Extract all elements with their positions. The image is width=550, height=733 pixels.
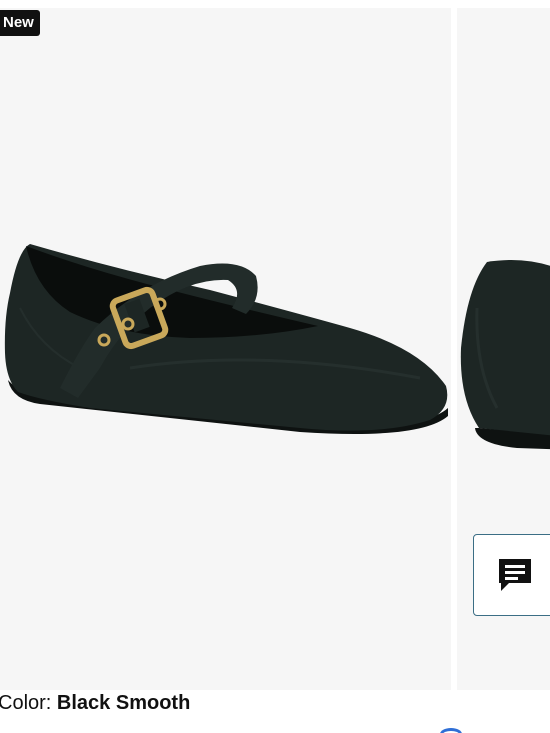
color-selection-label: Color: Black Smooth — [0, 692, 190, 715]
product-image-main[interactable]: New — [0, 8, 451, 690]
image-carousel[interactable]: New — [0, 8, 550, 690]
color-value: Black Smooth — [56, 692, 191, 714]
product-page: New Color: Black Smooth — [0, 0, 550, 733]
selected-color-swatch[interactable] — [440, 728, 462, 733]
chat-icon — [499, 559, 531, 591]
mary-jane-flat-shoe-image — [4, 244, 448, 434]
chat-button[interactable] — [473, 534, 550, 616]
color-label: Color: — [0, 692, 52, 714]
new-badge: New — [0, 10, 40, 36]
